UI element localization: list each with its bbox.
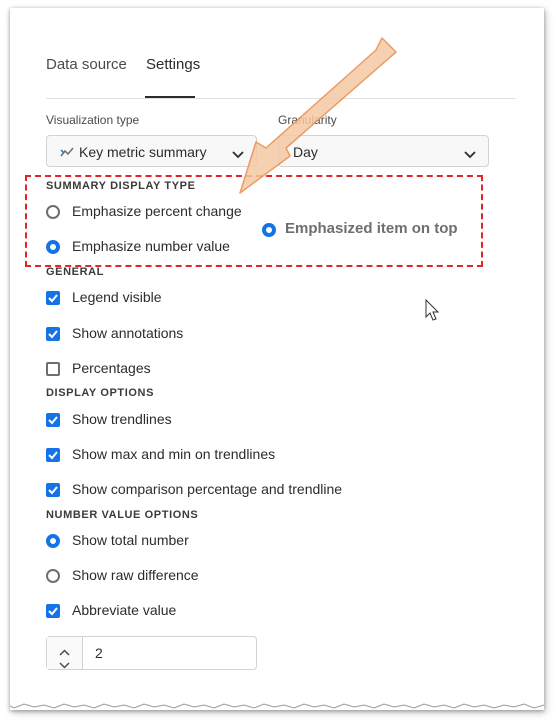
visualization-type-label: Visualization type: [46, 113, 140, 127]
radio-checked-icon: [46, 240, 60, 254]
radio-emphasize-number-value[interactable]: Emphasize number value: [46, 237, 266, 259]
checkbox-checked-icon: [46, 327, 60, 341]
option-label: Legend visible: [72, 289, 162, 305]
option-label: Emphasize percent change: [72, 203, 242, 219]
checkbox-unchecked-icon: [46, 362, 60, 376]
torn-paper-edge: [10, 700, 544, 709]
abbreviation-precision-stepper[interactable]: 2: [46, 636, 257, 670]
granularity-label: Granularity: [278, 113, 337, 127]
annotation-label: Emphasized item on top: [285, 220, 458, 237]
checkbox-legend-visible[interactable]: Legend visible: [46, 288, 186, 310]
checkbox-checked-icon: [46, 291, 60, 305]
checkbox-checked-icon: [46, 448, 60, 462]
option-label: Emphasize number value: [72, 238, 230, 254]
visualization-type-value: Key metric summary: [79, 144, 207, 160]
radio-checked-icon: [46, 534, 60, 548]
checkbox-show-trendlines[interactable]: Show trendlines: [46, 410, 206, 432]
option-label: Show max and min on trendlines: [72, 446, 276, 462]
chevron-down-icon[interactable]: [59, 656, 70, 674]
radio-show-raw-difference[interactable]: Show raw difference: [46, 566, 216, 588]
mouse-cursor-icon: [425, 298, 440, 321]
option-label: Show total number: [72, 532, 189, 548]
radio-emphasize-percent-change[interactable]: Emphasize percent change: [46, 202, 266, 224]
checkbox-checked-icon: [46, 413, 60, 427]
summary-display-type-heading: SUMMARY DISPLAY TYPE: [46, 180, 196, 192]
stepper-value[interactable]: 2: [95, 645, 103, 661]
checkbox-percentages[interactable]: Percentages: [46, 359, 176, 381]
option-label: Show comparison percentage and trendline: [72, 481, 343, 497]
checkbox-show-max-min-trendlines[interactable]: Show max and min on trendlines: [46, 445, 296, 467]
granularity-value: Day: [293, 144, 318, 160]
radio-unchecked-icon: [46, 205, 60, 219]
option-label: Show annotations: [72, 325, 184, 341]
option-label: Show trendlines: [72, 411, 172, 427]
radio-show-total-number[interactable]: Show total number: [46, 531, 206, 553]
trend-chart-icon: [60, 145, 74, 161]
stepper-arrows[interactable]: [47, 637, 83, 669]
option-label: Show raw difference: [72, 567, 199, 583]
tab-bar: Data source Settings: [46, 54, 516, 99]
checkbox-checked-icon: [46, 604, 60, 618]
display-options-heading: DISPLAY OPTIONS: [46, 387, 155, 399]
general-heading: GENERAL: [46, 266, 104, 278]
tab-settings[interactable]: Settings: [146, 56, 200, 73]
radio-checked-icon: [262, 223, 276, 237]
option-label: Percentages: [72, 360, 151, 376]
checkbox-show-comparison-percentage[interactable]: Show comparison percentage and trendline: [46, 480, 356, 502]
chevron-down-icon: [464, 146, 476, 162]
chevron-down-icon: [232, 146, 244, 162]
radio-unchecked-icon: [46, 569, 60, 583]
settings-panel: Data source Settings Visualization type …: [10, 8, 544, 710]
active-tab-indicator: [145, 96, 195, 98]
granularity-picker[interactable]: Day: [278, 135, 489, 167]
number-value-options-heading: NUMBER VALUE OPTIONS: [46, 509, 199, 521]
tab-data-source[interactable]: Data source: [46, 56, 127, 73]
option-label: Abbreviate value: [72, 602, 177, 618]
visualization-type-picker[interactable]: Key metric summary: [46, 135, 257, 167]
checkbox-show-annotations[interactable]: Show annotations: [46, 324, 206, 346]
checkbox-abbreviate-value[interactable]: Abbreviate value: [46, 601, 206, 623]
checkbox-checked-icon: [46, 483, 60, 497]
